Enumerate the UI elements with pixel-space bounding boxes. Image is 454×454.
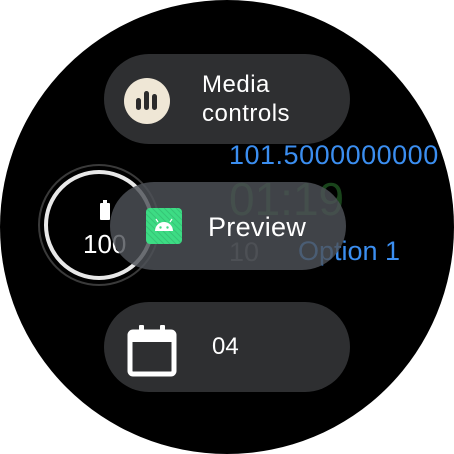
- battery-icon: [100, 200, 110, 220]
- android-app-icon: [146, 208, 182, 244]
- media-bars-icon: [124, 78, 170, 124]
- complication-number: 101.5000000000: [229, 140, 439, 170]
- media-controls-label-line2: controls: [202, 100, 291, 127]
- media-controls-label-line1: Media: [202, 71, 270, 98]
- watch-face: 101.5000000000 01:19 10 Option 1 Media c…: [0, 0, 454, 454]
- media-controls-chip[interactable]: Media controls: [104, 54, 350, 144]
- calendar-icon: [127, 325, 177, 377]
- calendar-chip[interactable]: 04: [104, 302, 350, 392]
- preview-toast[interactable]: Preview: [110, 182, 346, 270]
- calendar-date: 04: [212, 333, 239, 360]
- preview-label: Preview: [208, 212, 307, 242]
- media-controls-label: Media controls: [202, 70, 290, 128]
